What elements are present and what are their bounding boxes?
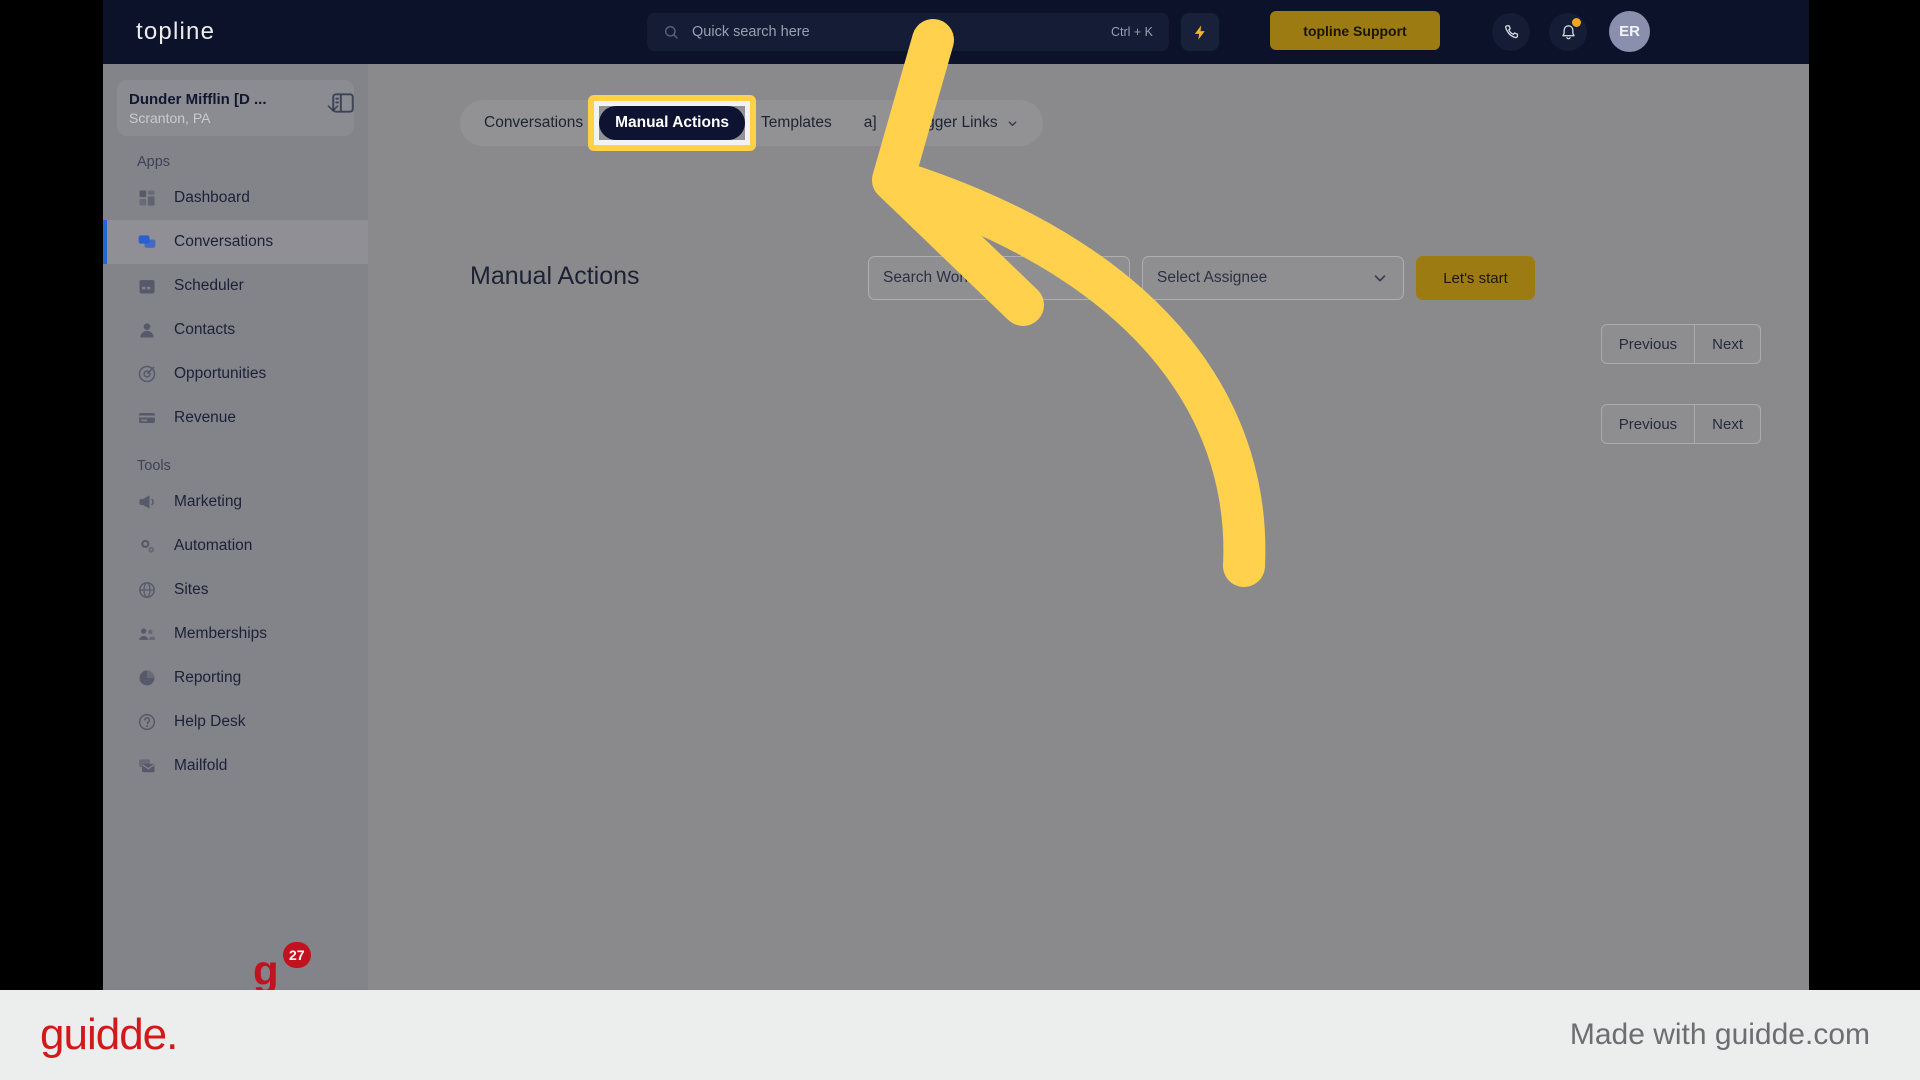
sidebar-item-label: Mailfold <box>174 757 228 774</box>
main-content: Conversations Manual Actions Templates a] Tr… <box>368 64 1809 990</box>
sidebar-item-reporting[interactable]: Reporting <box>103 656 368 700</box>
sidebar-section-label: Tools <box>137 458 171 474</box>
conversations-icon <box>138 235 156 248</box>
pagination-bottom: Previous Next <box>1600 404 1761 444</box>
tab-manual-actions[interactable]: Manual Actions <box>599 106 746 140</box>
global-search[interactable]: Quick search here Ctrl + K <box>647 13 1169 51</box>
tab-label: Conversations <box>484 114 584 131</box>
page-title: Manual Actions <box>470 262 640 290</box>
sidebar-item-sites[interactable]: Sites <box>103 568 368 612</box>
notifications-button[interactable] <box>1549 13 1587 51</box>
made-with-guidde: Made with guidde.com <box>1569 1018 1870 1051</box>
tab-a[interactable]: a] <box>848 106 893 140</box>
assignee-select-value: Select Assignee <box>1157 269 1268 286</box>
sidebar-item-memberships[interactable]: Memberships <box>103 612 368 656</box>
next-button[interactable]: Next <box>1695 404 1761 444</box>
guidde-footer: guidde. Made with guidde.com <box>0 990 1920 1080</box>
filters-row: Search Workflows Select Assignee Let's s… <box>868 256 1535 300</box>
dashboard-icon <box>139 190 155 206</box>
target-icon <box>138 365 156 383</box>
sidebar-item-automation[interactable]: Automation <box>103 524 368 568</box>
sidebar-item-label: Revenue <box>174 409 237 426</box>
sidebar-section-label: Apps <box>137 154 171 170</box>
question-icon <box>138 713 156 731</box>
guidde-logo: guidde. <box>40 1010 178 1059</box>
sidebar-item-label: Marketing <box>174 493 243 510</box>
sidebar-item-dashboard[interactable]: Dashboard <box>103 176 368 220</box>
step-count-badge: 27 <box>283 942 311 968</box>
sidebar-item-label: Sites <box>174 581 209 598</box>
sidebar-item-revenue[interactable]: Revenue <box>103 396 368 440</box>
chevron-down-icon <box>1008 120 1017 126</box>
sidebar-item-conversations[interactable]: Conversations <box>103 220 368 264</box>
sidebar-item-contacts[interactable]: Contacts <box>103 308 368 352</box>
tabs-bar: Conversations Manual Actions Templates a] Tr… <box>460 100 1043 146</box>
tab-trigger-links[interactable]: Trigger Links <box>893 106 1035 140</box>
sidebar: Dunder Mifflin [D ... Scranton, PA Apps D… <box>103 64 368 990</box>
guidde-mark: g <box>253 947 279 991</box>
sidebar-item-help-desk[interactable]: Help Desk <box>103 700 368 744</box>
org-name: Dunder Mifflin [D ... <box>129 90 267 108</box>
app-logo: topline <box>136 18 216 45</box>
sidebar-item-label: Automation <box>174 537 253 554</box>
assignee-select[interactable]: Select Assignee <box>1142 256 1404 300</box>
card-icon <box>139 413 155 423</box>
sidebar-item-scheduler[interactable]: Scheduler <box>103 264 368 308</box>
previous-button[interactable]: Previous <box>1600 324 1696 364</box>
org-texts: Dunder Mifflin [D ... Scranton, PA <box>129 91 324 126</box>
gears-icon <box>141 539 155 553</box>
globe-icon <box>139 582 155 598</box>
mail-stack-icon <box>139 759 155 773</box>
sidebar-item-label: Scheduler <box>174 277 244 294</box>
sidebar-nav: Apps Dashboard Conversations Scheduler Conta… <box>103 154 368 788</box>
pagination-top: Previous Next <box>1600 324 1761 364</box>
sidebar-panel-toggle-icon[interactable] <box>330 90 356 116</box>
phone-icon <box>1504 24 1518 38</box>
app-header: topline Quick search here Ctrl + K topli… <box>103 0 1809 64</box>
chevron-down-icon <box>1374 275 1386 282</box>
search-shortcut-hint: Ctrl + K <box>1110 25 1153 39</box>
guidde-step-badge: g 27 <box>253 942 323 990</box>
tab-label: Trigger Links <box>908 114 998 131</box>
tab-label: a] <box>863 114 877 131</box>
sidebar-item-label: Dashboard <box>174 189 250 206</box>
tab-label: Manual Actions <box>615 114 730 131</box>
avatar[interactable]: ER <box>1609 11 1650 52</box>
calendar-icon <box>139 280 155 294</box>
search-input-placeholder[interactable]: Quick search here <box>692 24 1111 40</box>
next-button[interactable]: Next <box>1695 324 1761 364</box>
sidebar-item-label: Help Desk <box>174 713 246 730</box>
sidebar-item-label: Contacts <box>174 321 236 338</box>
notification-dot <box>1572 18 1581 27</box>
org-switcher[interactable]: Dunder Mifflin [D ... Scranton, PA <box>117 80 354 136</box>
person-icon <box>140 323 154 338</box>
tab-conversations[interactable]: Conversations <box>468 106 599 140</box>
tab-label: Templates <box>761 114 832 131</box>
sidebar-item-marketing[interactable]: Marketing <box>103 480 368 524</box>
tab-templates[interactable]: Templates <box>745 106 848 140</box>
sidebar-item-label: Opportunities <box>174 365 267 382</box>
org-location: Scranton, PA <box>129 109 211 126</box>
workflow-select-value: Search Workflows <box>883 269 1008 286</box>
lightning-bolt-icon <box>1194 24 1205 40</box>
app-viewport: topline Quick search here Ctrl + K topli… <box>103 0 1809 990</box>
chevron-down-icon <box>1100 275 1112 282</box>
phone-button[interactable] <box>1492 13 1530 51</box>
sidebar-item-label: Conversations <box>174 233 274 250</box>
sidebar-item-label: Memberships <box>174 625 268 642</box>
screenshot-root: topline Quick search here Ctrl + K topli… <box>0 0 1920 1080</box>
members-icon <box>139 628 155 640</box>
workflow-select[interactable]: Search Workflows <box>868 256 1130 300</box>
sidebar-item-opportunities[interactable]: Opportunities <box>103 352 368 396</box>
support-button[interactable]: topline Support <box>1270 11 1440 50</box>
search-icon <box>665 26 678 39</box>
sidebar-item-mailfold[interactable]: Mailfold <box>103 744 368 788</box>
quick-actions-button[interactable] <box>1181 13 1219 51</box>
pie-chart-icon <box>139 670 155 686</box>
sidebar-item-label: Reporting <box>174 669 242 686</box>
megaphone-icon <box>139 495 154 509</box>
lets-start-button[interactable]: Let's start <box>1416 256 1535 300</box>
previous-button[interactable]: Previous <box>1600 404 1696 444</box>
